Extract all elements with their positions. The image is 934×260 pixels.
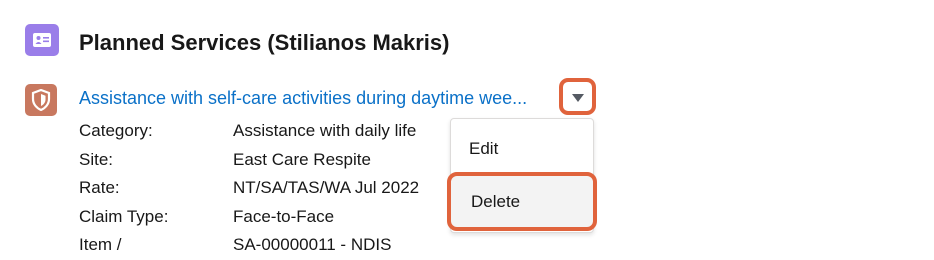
contact-card-icon	[25, 24, 59, 56]
shield-icon	[25, 84, 57, 116]
field-row-category: Category: Assistance with daily life	[79, 117, 419, 146]
menu-item-edit[interactable]: Edit	[469, 139, 498, 159]
field-value: NT/SA/TAS/WA Jul 2022	[233, 178, 420, 197]
field-row-claim-type: Claim Type: Face-to-Face	[79, 203, 419, 232]
record-fields: Category: Assistance with daily life Sit…	[79, 117, 419, 260]
field-label: Rate:	[79, 178, 120, 197]
page-title: Planned Services (Stilianos Makris)	[79, 30, 450, 55]
field-value: Face-to-Face	[233, 206, 335, 226]
field-row-item: Item / SA-00000011 - NDIS	[79, 231, 419, 260]
field-row-site: Site: East Care Respite	[79, 146, 419, 175]
field-row-rate: Rate: NT/SA/TAS/WA Jul 2022	[79, 174, 419, 203]
field-label: Category:	[79, 121, 153, 140]
field-value: East Care Respite	[233, 149, 371, 169]
field-label: Item /	[79, 235, 122, 254]
actions-menu-trigger[interactable]	[559, 78, 596, 115]
menu-item-delete-label: Delete	[471, 191, 521, 211]
record-link[interactable]: Assistance with self-care activities dur…	[79, 86, 527, 110]
field-value: Assistance with daily life	[233, 121, 417, 140]
field-label: Claim Type:	[79, 206, 169, 226]
chevron-down-icon	[571, 94, 584, 102]
field-label: Site:	[79, 149, 114, 169]
field-value: SA-00000011 - NDIS	[233, 235, 392, 254]
menu-item-delete[interactable]: Delete	[447, 172, 597, 231]
